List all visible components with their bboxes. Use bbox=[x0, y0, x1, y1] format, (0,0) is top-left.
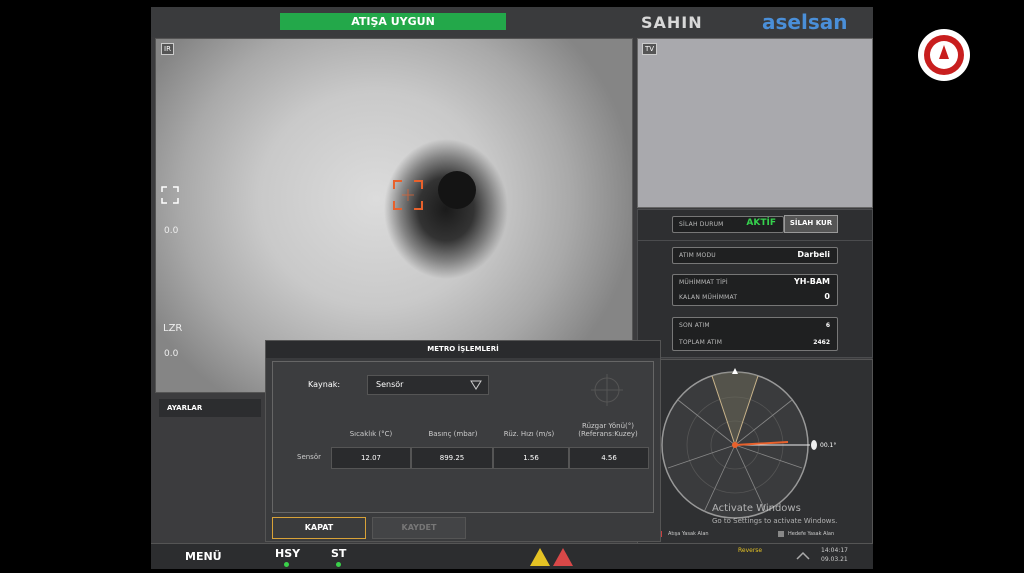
thermal-target bbox=[438, 171, 476, 209]
ir-readout-bottom: 0.0 bbox=[164, 349, 179, 359]
chevron-up-icon[interactable] bbox=[793, 546, 813, 566]
weapon-status-panel: SİLAH DURUM AKTİF SİLAH KUR bbox=[637, 209, 873, 241]
menu-button[interactable]: MENÜ bbox=[185, 550, 222, 563]
legend-no-target-zone: Hedefe Yasak Alan bbox=[788, 531, 835, 537]
crosshair-icon bbox=[591, 374, 623, 406]
wind-speed-value: 1.56 bbox=[493, 447, 569, 469]
source-label: Kaynak: bbox=[308, 380, 341, 389]
col-temperature: Sıcaklık (°C) bbox=[349, 430, 393, 438]
last-shot-value: 6 bbox=[825, 322, 830, 329]
azimuth-radar-panel: 00.1° Atışa Yasak Alan Hedefe Yasak Alan… bbox=[637, 359, 873, 545]
legend-no-fire-zone: Atışa Yasak Alan bbox=[668, 531, 709, 537]
weapon-state-field: SİLAH DURUM AKTİF bbox=[672, 216, 784, 233]
col-wind-speed: Rüz. Hızı (m/s) bbox=[503, 430, 555, 438]
chevron-down-icon bbox=[470, 380, 482, 390]
settings-tab[interactable]: AYARLAR bbox=[159, 399, 261, 417]
target-reticle-icon bbox=[393, 180, 423, 210]
clock-time: 14:04:17 bbox=[821, 547, 848, 554]
activate-windows-title: Activate Windows bbox=[712, 503, 801, 514]
close-button[interactable]: KAPAT bbox=[272, 517, 366, 539]
total-shot-label: TOPLAM ATIM bbox=[679, 339, 723, 346]
st-button[interactable]: ST bbox=[331, 547, 346, 560]
emblem-logo bbox=[918, 29, 970, 81]
row-label-sensor: Sensör bbox=[297, 453, 321, 461]
total-shot-value: 2462 bbox=[813, 339, 830, 346]
pressure-value: 899.25 bbox=[411, 447, 493, 469]
bottom-bar: MENÜ HSY ST Reverse 14:04:17 09.03.21 bbox=[151, 543, 873, 569]
st-indicator bbox=[336, 562, 341, 567]
metro-dialog-title: METRO İŞLEMLERİ bbox=[266, 341, 660, 358]
source-dropdown[interactable]: Sensör bbox=[367, 375, 489, 395]
shot-count-field: SON ATIM 6 TOPLAM ATIM 2462 bbox=[672, 317, 838, 351]
ammo-left-label: KALAN MÜHİMMAT bbox=[679, 294, 738, 301]
zoom-frame-icon[interactable] bbox=[160, 185, 180, 205]
col-wind-direction: Rüzgar Yönü(°) (Referans:Kuzey) bbox=[578, 422, 638, 438]
weapon-state-label: SİLAH DURUM bbox=[679, 221, 724, 228]
ir-readout-top: 0.0 bbox=[164, 226, 179, 236]
warning-icon[interactable] bbox=[529, 546, 577, 568]
metro-dialog: METRO İŞLEMLERİ Kaynak: Sensör Sıcaklık … bbox=[265, 340, 661, 542]
fire-ready-banner: ATIŞA UYGUN bbox=[280, 13, 506, 30]
ammo-field: MÜHİMMAT TİPİ YH-BAM KALAN MÜHİMMAT 0 bbox=[672, 274, 838, 306]
ammo-type-label: MÜHİMMAT TİPİ bbox=[679, 279, 728, 286]
aselsan-logo: aselsan bbox=[762, 10, 848, 34]
fire-mode-value: Darbeli bbox=[797, 250, 830, 259]
arm-weapon-button[interactable]: SİLAH KUR bbox=[784, 215, 838, 233]
last-shot-label: SON ATIM bbox=[679, 322, 710, 329]
reverse-indicator: Reverse bbox=[738, 547, 763, 554]
source-value: Sensör bbox=[376, 380, 404, 389]
hsy-indicator bbox=[284, 562, 289, 567]
ammo-left-value: 0 bbox=[824, 292, 830, 301]
col-pressure: Basınç (mbar) bbox=[428, 430, 478, 438]
tv-tag[interactable]: TV bbox=[642, 43, 658, 55]
emblem-icon bbox=[924, 35, 964, 75]
ammo-type-value: YH-BAM bbox=[793, 277, 830, 286]
metro-dialog-body: Kaynak: Sensör Sıcaklık (°C) Basınç (mba… bbox=[272, 361, 654, 513]
sahin-logo: SAHIN bbox=[641, 13, 703, 32]
save-button[interactable]: KAYDET bbox=[372, 517, 466, 539]
wind-direction-value: 4.56 bbox=[569, 447, 649, 469]
laser-label: LZR bbox=[163, 323, 183, 334]
azimuth-readout: 00.1° bbox=[820, 442, 837, 449]
hsy-button[interactable]: HSY bbox=[275, 547, 300, 560]
fire-mode-label: ATIM MODU bbox=[679, 252, 716, 259]
temperature-value: 12.07 bbox=[331, 447, 411, 469]
tv-camera-view[interactable]: TV bbox=[637, 38, 873, 208]
clock-date: 09.03.21 bbox=[821, 556, 848, 563]
ir-tag[interactable]: IR bbox=[161, 43, 174, 55]
weapon-state-value: AKTİF bbox=[746, 218, 776, 228]
fire-control-console: ATIŞA UYGUN SAHIN aselsan IR 0.0 LZR 0.0… bbox=[151, 7, 873, 569]
fire-mode-field[interactable]: ATIM MODU Darbeli bbox=[672, 247, 838, 264]
fire-info-panel: ATIM MODU Darbeli MÜHİMMAT TİPİ YH-BAM K… bbox=[637, 240, 873, 358]
activate-windows-subtitle: Go to Settings to activate Windows. bbox=[712, 517, 838, 525]
